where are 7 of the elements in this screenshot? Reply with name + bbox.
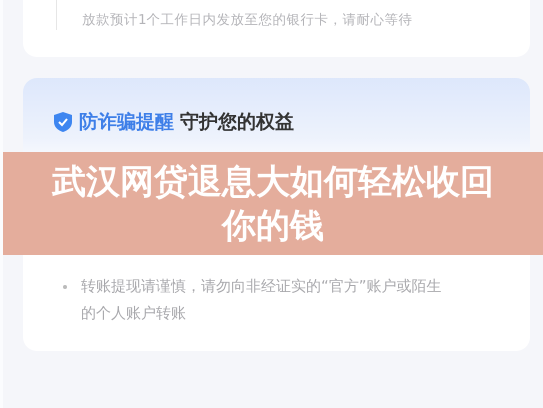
bullet-dot	[63, 284, 67, 288]
banner-title: 武汉网贷退息大如何轻松收回你的钱	[50, 160, 495, 248]
bullet-text: 转账提现请谨慎，请勿向非经证实的“官方”账户或陌生的个人账户转账	[81, 276, 443, 324]
card-title-highlight: 防诈骗提醒	[79, 110, 174, 135]
progress-note: 放款预计1个工作日内发放至您的银行卡，请耐心等待	[82, 11, 413, 30]
shield-check-icon	[53, 111, 73, 134]
card-title: 守护您的权益	[180, 110, 294, 135]
